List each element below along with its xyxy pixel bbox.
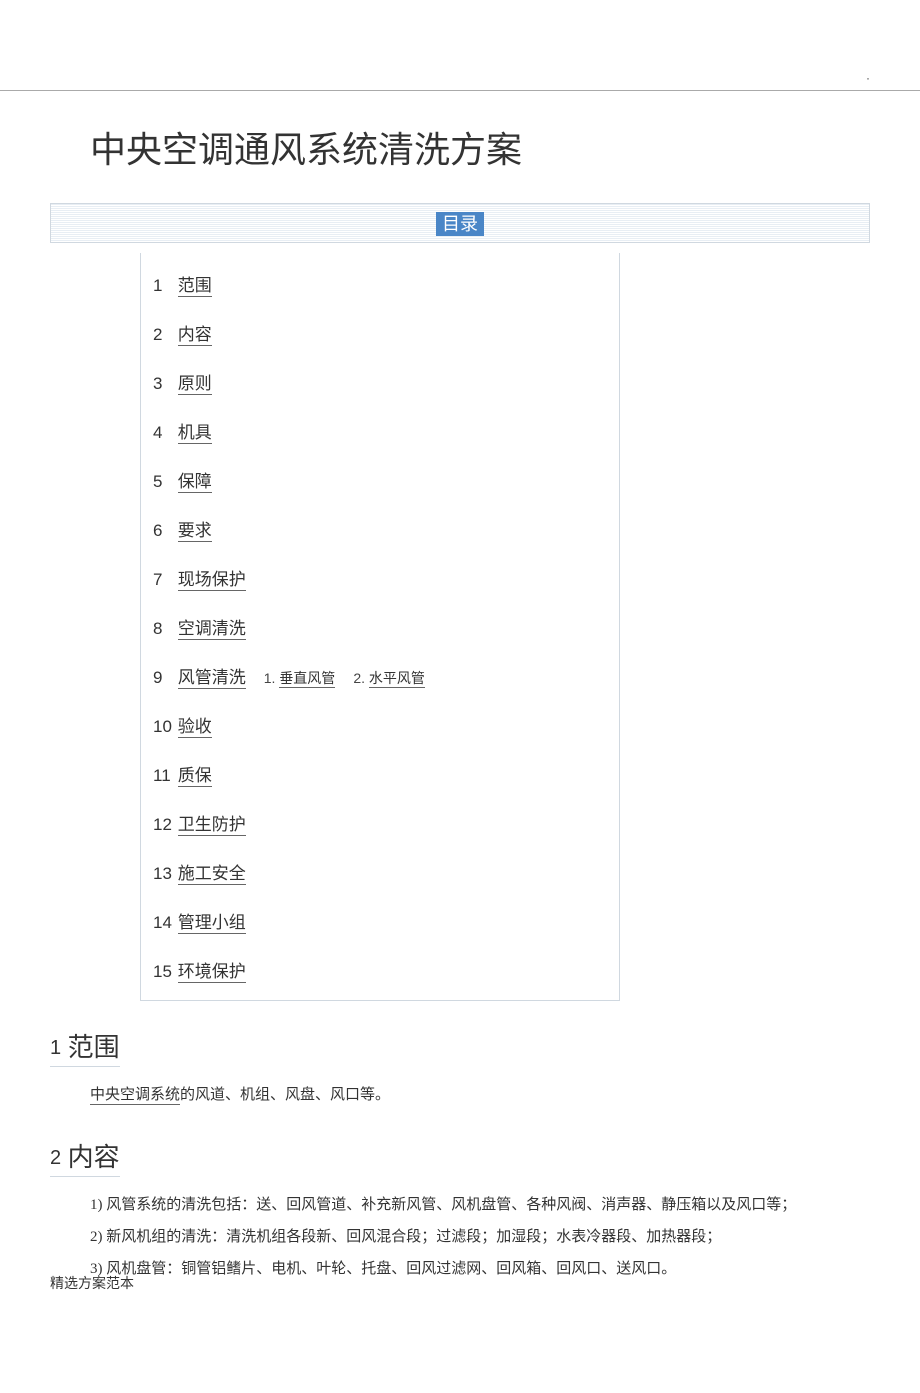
toc-item-link[interactable]: 要求: [178, 521, 212, 542]
toc-subitem: 2. 水平风管: [353, 670, 425, 686]
toc-item-link[interactable]: 现场保护: [178, 570, 246, 591]
toc-label: 目录: [436, 212, 484, 236]
toc-item-link[interactable]: 验收: [178, 717, 212, 738]
toc-item-link[interactable]: 保障: [178, 472, 212, 493]
toc-item-number: 1: [153, 276, 173, 296]
toc-header-bar: 目录: [50, 203, 870, 243]
toc-item-link[interactable]: 空调清洗: [178, 619, 246, 640]
toc-subitem-link[interactable]: 垂直风管: [279, 670, 335, 688]
toc-item-link[interactable]: 卫生防护: [178, 815, 246, 836]
toc-item-number: 8: [153, 619, 173, 639]
toc-item: 14 管理小组: [151, 896, 619, 945]
inline-link-hvac-system[interactable]: 中央空调系统: [90, 1087, 180, 1105]
toc-subitem-link[interactable]: 水平风管: [369, 670, 425, 688]
section-title: 内容: [68, 1143, 120, 1172]
toc-item-link[interactable]: 内容: [178, 325, 212, 346]
toc-item: 2 内容: [151, 308, 619, 357]
toc-item-number: 5: [153, 472, 173, 492]
toc-item-number: 3: [153, 374, 173, 394]
toc-item-number: 13: [153, 864, 173, 884]
toc-item: 4 机具: [151, 406, 619, 455]
toc-item-link[interactable]: 管理小组: [178, 913, 246, 934]
text-run: 的风道、机组、风盘、风口等。: [180, 1087, 390, 1103]
toc-subitem: 1. 垂直风管: [264, 670, 336, 686]
toc-item: 11 质保: [151, 749, 619, 798]
toc-item-number: 10: [153, 717, 173, 737]
toc-item-number: 15: [153, 962, 173, 982]
toc-item-number: 12: [153, 815, 173, 835]
toc-item: 6 要求: [151, 504, 619, 553]
paragraph: 3) 风机盘管：铜管铝鳍片、电机、叶轮、托盘、回风过滤网、回风箱、回风口、送风口…: [90, 1253, 850, 1285]
table-of-contents: 1 范围2 内容3 原则4 机具5 保障6 要求7 现场保护8 空调清洗9 风管…: [140, 253, 620, 1001]
toc-subitem-number: 1.: [264, 670, 280, 686]
toc-item-link[interactable]: 质保: [178, 766, 212, 787]
toc-item-link[interactable]: 环境保护: [178, 962, 246, 983]
toc-item: 3 原则: [151, 357, 619, 406]
section-heading: 1 范围: [50, 1027, 120, 1067]
toc-item: 10 验收: [151, 700, 619, 749]
paragraph: 1) 风管系统的清洗包括：送、回风管道、补充新风管、风机盘管、各种风阀、消声器、…: [90, 1189, 850, 1221]
section-2: 2 内容 1) 风管系统的清洗包括：送、回风管道、补充新风管、风机盘管、各种风阀…: [50, 1111, 870, 1285]
section-title: 范围: [68, 1033, 120, 1062]
section-number: 2: [50, 1147, 61, 1169]
section-number: 1: [50, 1037, 61, 1059]
paragraph: 2) 新风机组的清洗：清洗机组各段新、回风混合段；过滤段；加湿段；水表冷器段、加…: [90, 1221, 850, 1253]
toc-item-link[interactable]: 施工安全: [178, 864, 246, 885]
toc-item: 9 风管清洗 1. 垂直风管 2. 水平风管: [151, 651, 619, 700]
toc-item-number: 6: [153, 521, 173, 541]
section-1: 1 范围 中央空调系统的风道、机组、风盘、风口等。: [50, 1001, 870, 1111]
toc-item-number: 2: [153, 325, 173, 345]
toc-item: 12 卫生防护: [151, 798, 619, 847]
toc-item: 5 保障: [151, 455, 619, 504]
toc-item: 15 环境保护: [151, 945, 619, 994]
toc-item-number: 7: [153, 570, 173, 590]
toc-item-link[interactable]: 机具: [178, 423, 212, 444]
section-body: 1) 风管系统的清洗包括：送、回风管道、补充新风管、风机盘管、各种风阀、消声器、…: [50, 1189, 870, 1285]
section-body: 中央空调系统的风道、机组、风盘、风口等。: [50, 1079, 870, 1111]
toc-item-number: 11: [153, 766, 173, 786]
page-corner-mark: ·: [866, 71, 870, 85]
section-heading: 2 内容: [50, 1137, 120, 1177]
document-title: 中央空调通风系统清洗方案: [50, 121, 870, 173]
toc-item-number: 14: [153, 913, 173, 933]
toc-item-link[interactable]: 风管清洗: [178, 668, 246, 689]
toc-item: 7 现场保护: [151, 553, 619, 602]
toc-subitem-number: 2.: [353, 670, 369, 686]
toc-item-number: 4: [153, 423, 173, 443]
toc-item: 8 空调清洗: [151, 602, 619, 651]
document-page: · 中央空调通风系统清洗方案 目录 1 范围2 内容3 原则4 机具5 保障6 …: [0, 90, 920, 1325]
toc-item-link[interactable]: 范围: [178, 276, 212, 297]
toc-item-link[interactable]: 原则: [178, 374, 212, 395]
toc-item: 13 施工安全: [151, 847, 619, 896]
toc-item-number: 9: [153, 668, 173, 688]
page-footer: 精选方案范本: [50, 1273, 134, 1293]
toc-item: 1 范围: [151, 259, 619, 308]
